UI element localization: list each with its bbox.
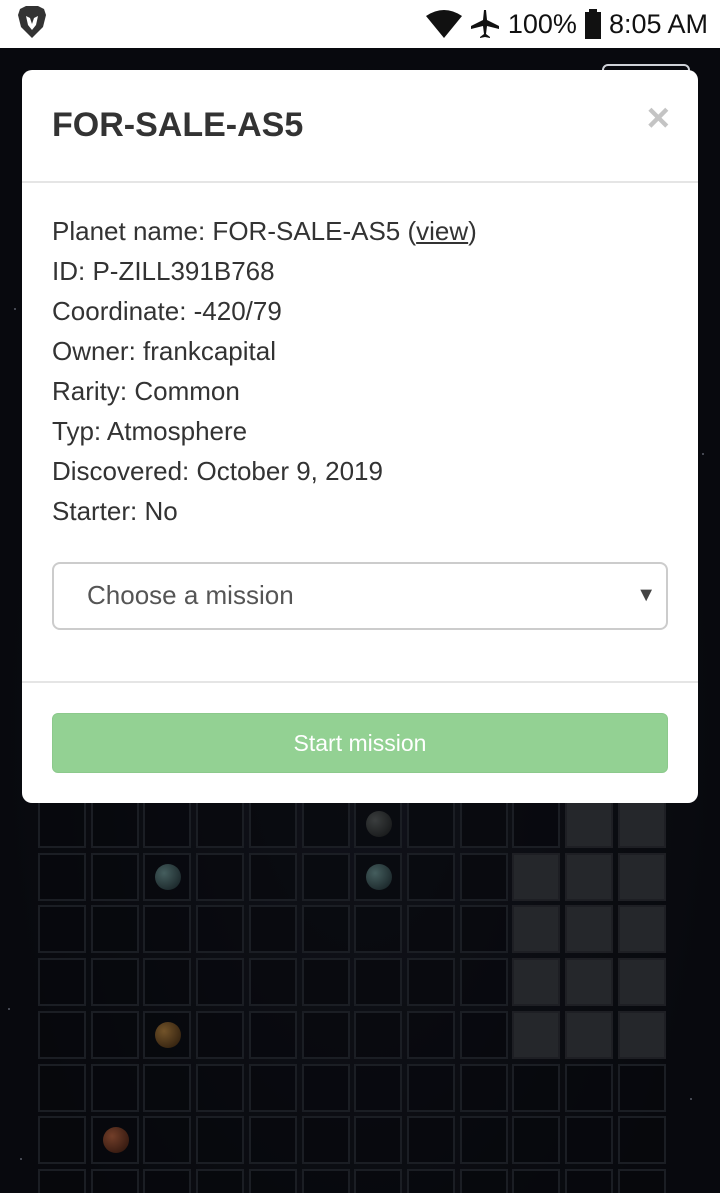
planet-rarity: Rarity: Common (52, 376, 240, 406)
planet-id: ID: P-ZILL391B768 (52, 256, 275, 286)
planet-name-suffix: ) (468, 216, 477, 246)
battery-percent: 100% (507, 8, 577, 39)
close-button[interactable]: × (647, 96, 670, 141)
chevron-down-icon: ▼ (636, 584, 656, 606)
planet-modal: FOR-SALE-AS5 × Planet name: FOR-SALE-AS5… (22, 70, 698, 803)
start-mission-button[interactable]: Start mission (52, 713, 668, 773)
planet-starter: Starter: No (52, 496, 178, 526)
planet-discovered: Discovered: October 9, 2019 (52, 456, 383, 486)
planet-coordinate: Coordinate: -420/79 (52, 296, 282, 326)
wifi-icon (425, 10, 462, 38)
planet-type: Typ: Atmosphere (52, 416, 248, 446)
mission-select-value: Choose a mission (87, 580, 294, 610)
airplane-icon (470, 9, 500, 39)
view-link[interactable]: view (416, 216, 468, 246)
status-icons: 100% 8:05 AM (425, 8, 708, 40)
status-bar: 100% 8:05 AM (0, 0, 720, 48)
modal-footer: Start mission (22, 681, 698, 803)
planet-name-row: Planet name: FOR-SALE-AS5 (view) (52, 211, 668, 251)
modal-header: FOR-SALE-AS5 × (22, 70, 698, 183)
modal-body: Planet name: FOR-SALE-AS5 (view) ID: P-Z… (22, 183, 698, 630)
planet-owner: Owner: frankcapital (52, 336, 276, 366)
planet-name-label: Planet name: FOR-SALE-AS5 ( (52, 216, 417, 246)
clock: 8:05 AM (608, 8, 708, 39)
modal-title: FOR-SALE-AS5 (52, 106, 304, 144)
mission-select[interactable]: Choose a mission ▼ (52, 562, 668, 630)
brave-lion-icon (16, 5, 48, 44)
battery-icon (584, 9, 601, 39)
